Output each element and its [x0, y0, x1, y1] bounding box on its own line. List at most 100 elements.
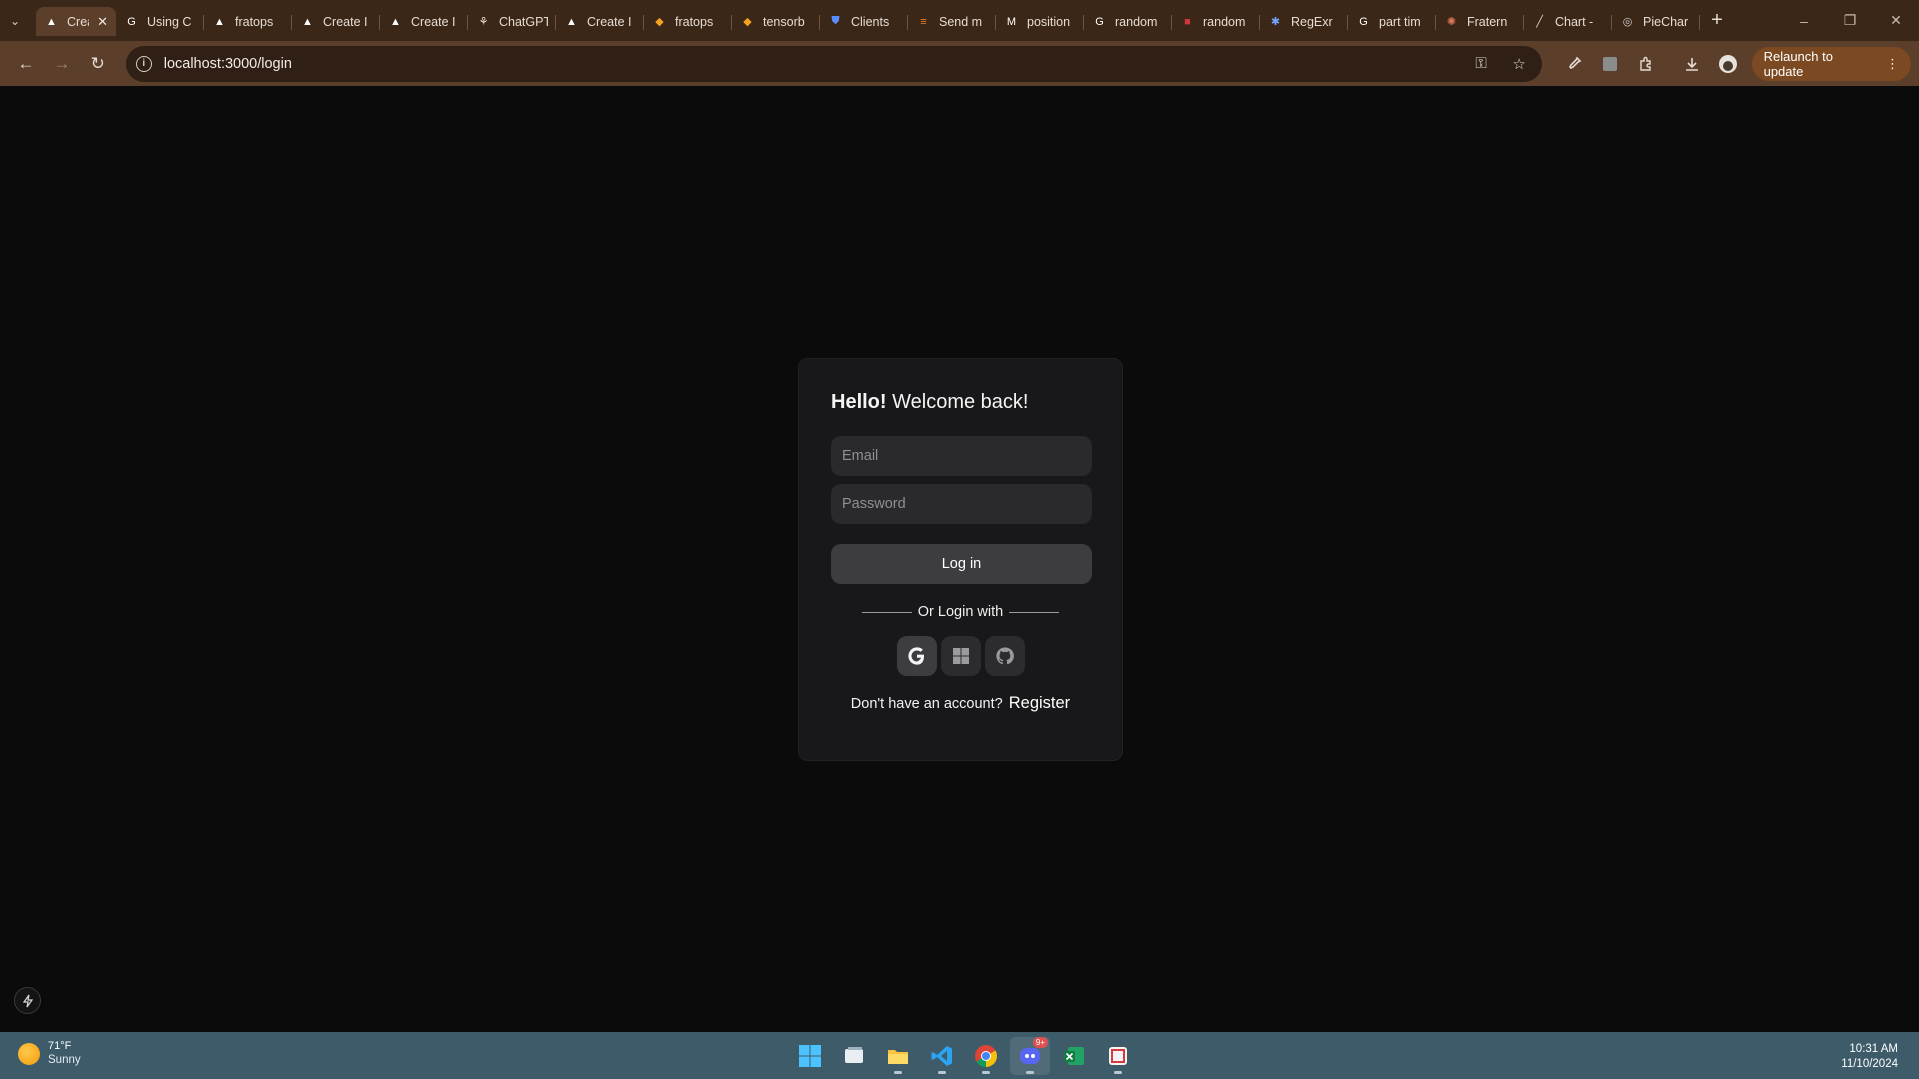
chatgpt-icon: ⚘: [478, 16, 489, 28]
task-view-button[interactable]: [834, 1037, 874, 1075]
relaunch-update-button[interactable]: Relaunch to update ⋮: [1751, 46, 1911, 81]
download-icon[interactable]: [1674, 46, 1710, 82]
running-indicator: [938, 1071, 946, 1074]
profile-avatar-icon[interactable]: [1710, 46, 1746, 82]
weather-widget[interactable]: 71°F Sunny: [18, 1040, 81, 1068]
running-indicator: [894, 1071, 902, 1074]
chrome-icon: [975, 1045, 997, 1067]
register-prompt: Don't have an account? Register: [831, 694, 1090, 713]
browser-tab[interactable]: ◆ tensorb: [732, 7, 820, 36]
tab-title: Create I: [587, 14, 632, 29]
excel-icon: [1064, 1047, 1084, 1065]
tab-title: Fratern: [1467, 14, 1508, 29]
divider-text: Or Login with: [917, 604, 1004, 620]
password-input[interactable]: [831, 484, 1092, 524]
browser-tab[interactable]: ⚘ ChatGPT: [468, 7, 556, 36]
start-button[interactable]: [790, 1037, 830, 1075]
dev-tools-bolt-icon[interactable]: [14, 987, 41, 1014]
browser-tab[interactable]: ▲ Create I: [380, 7, 468, 36]
clock-time: 10:31 AM: [1849, 1043, 1898, 1055]
vscode-icon: [931, 1046, 952, 1066]
tab-title: Create: [67, 14, 89, 29]
tab-title: tensorb: [763, 14, 805, 29]
tab-title: Clients: [851, 14, 890, 29]
microsoft-login-button[interactable]: [940, 636, 981, 676]
system-clock[interactable]: 10:31 AM 11/10/2024: [1841, 1042, 1898, 1072]
browser-tab[interactable]: ▲ fratops: [204, 7, 292, 36]
no-account-text: Don't have an account?: [850, 696, 1003, 712]
tab-title: ChatGPT: [499, 14, 548, 29]
tab-title: RegExr: [1291, 14, 1333, 29]
url-text[interactable]: localhost:3000/login: [164, 56, 1456, 72]
back-arrow-icon[interactable]: ←: [8, 46, 44, 82]
chrome-app[interactable]: [966, 1037, 1006, 1075]
browser-tab[interactable]: ✺ Fratern: [1436, 7, 1524, 36]
vscode-app[interactable]: [922, 1037, 962, 1075]
triangle-icon: ▲: [46, 15, 57, 28]
tab-title: Create I: [411, 14, 456, 29]
discord-app[interactable]: 9+: [1010, 1037, 1050, 1075]
folder-icon: [888, 1050, 908, 1064]
browser-tab[interactable]: Grandom: [1084, 7, 1172, 36]
restore-icon[interactable]: ❐: [1827, 0, 1873, 41]
browser-tab[interactable]: G Using C: [116, 7, 204, 36]
browser-tab[interactable]: ▲ Create I: [556, 7, 644, 36]
windows-taskbar: 71°F Sunny 9+ 10:31 AM 11/10/2024: [0, 1032, 1919, 1079]
email-input[interactable]: [831, 436, 1092, 476]
login-button[interactable]: Log in: [831, 544, 1092, 584]
address-bar[interactable]: i localhost:3000/login ⚿ ☆: [125, 45, 1543, 82]
weather-temperature: 71°F: [48, 1040, 72, 1052]
eyedropper-extension-icon[interactable]: [1556, 46, 1592, 82]
tab-title: PieChar: [1643, 14, 1689, 29]
running-indicator: [1114, 1071, 1122, 1074]
medium-icon: M: [1006, 15, 1017, 28]
register-link[interactable]: Register: [1009, 694, 1070, 712]
triangle-icon: ▲: [214, 15, 225, 28]
browser-tab[interactable]: Mposition: [996, 7, 1084, 36]
browser-tab[interactable]: ◆ fratops: [644, 7, 732, 36]
tab-title: fratops: [235, 14, 274, 29]
tab-title: Using C: [147, 14, 192, 29]
forward-arrow-icon[interactable]: →: [44, 46, 80, 82]
new-tab-plus-icon[interactable]: +: [1700, 0, 1734, 41]
extension-icon-grey[interactable]: [1592, 46, 1628, 82]
browser-tab[interactable]: Gpart tim: [1348, 7, 1436, 36]
bookmark-star-icon[interactable]: ☆: [1506, 55, 1532, 73]
site-info-icon[interactable]: i: [135, 55, 152, 72]
browser-tab[interactable]: ✱ RegExr: [1260, 7, 1348, 36]
tab-title: Chart -: [1555, 14, 1594, 29]
extensions-puzzle-icon[interactable]: [1628, 46, 1664, 82]
browser-tab[interactable]: ⛊ Clients: [820, 7, 908, 36]
more-menu-icon[interactable]: ⋮: [1886, 56, 1899, 72]
snipping-tool-app[interactable]: [1098, 1037, 1138, 1075]
login-card: Hello! Welcome back! Log in Or Login wit…: [798, 358, 1123, 761]
tab-close-icon[interactable]: ✕: [97, 14, 108, 30]
reload-icon[interactable]: ↻: [80, 46, 116, 82]
google-icon: [907, 647, 924, 665]
close-window-icon[interactable]: ✕: [1873, 0, 1919, 41]
minimize-icon[interactable]: –: [1781, 0, 1827, 41]
google-login-button[interactable]: [896, 636, 937, 676]
tab-title: fratops: [675, 14, 714, 29]
excel-app[interactable]: [1054, 1037, 1094, 1075]
browser-tab[interactable]: ▲ Create ✕: [36, 7, 116, 36]
tab-search-chevron-icon[interactable]: ⌄: [0, 0, 30, 41]
tab-title: Create I: [323, 14, 368, 29]
github-login-button[interactable]: [984, 636, 1025, 676]
task-view-icon: [845, 1047, 863, 1063]
google-icon: G: [1095, 15, 1104, 28]
browser-tab[interactable]: ▲ Create I: [292, 7, 380, 36]
browser-tab[interactable]: ╱ Chart -: [1524, 7, 1612, 36]
file-explorer-app[interactable]: [878, 1037, 918, 1075]
password-key-icon[interactable]: ⚿: [1468, 55, 1494, 72]
chart-icon: ╱: [1536, 16, 1543, 28]
greeting-rest: Welcome back!: [886, 391, 1029, 413]
windows-icon: [952, 648, 969, 664]
browser-tab[interactable]: ≡ Send m: [908, 7, 996, 36]
triangle-icon: ▲: [302, 15, 313, 28]
clock-date: 11/10/2024: [1841, 1058, 1898, 1070]
discord-notification-badge: 9+: [1032, 1037, 1048, 1048]
divider-line-right: [1009, 611, 1060, 613]
browser-tab[interactable]: ■ random: [1172, 7, 1260, 36]
browser-tab[interactable]: ◎ PieChar: [1612, 7, 1700, 36]
